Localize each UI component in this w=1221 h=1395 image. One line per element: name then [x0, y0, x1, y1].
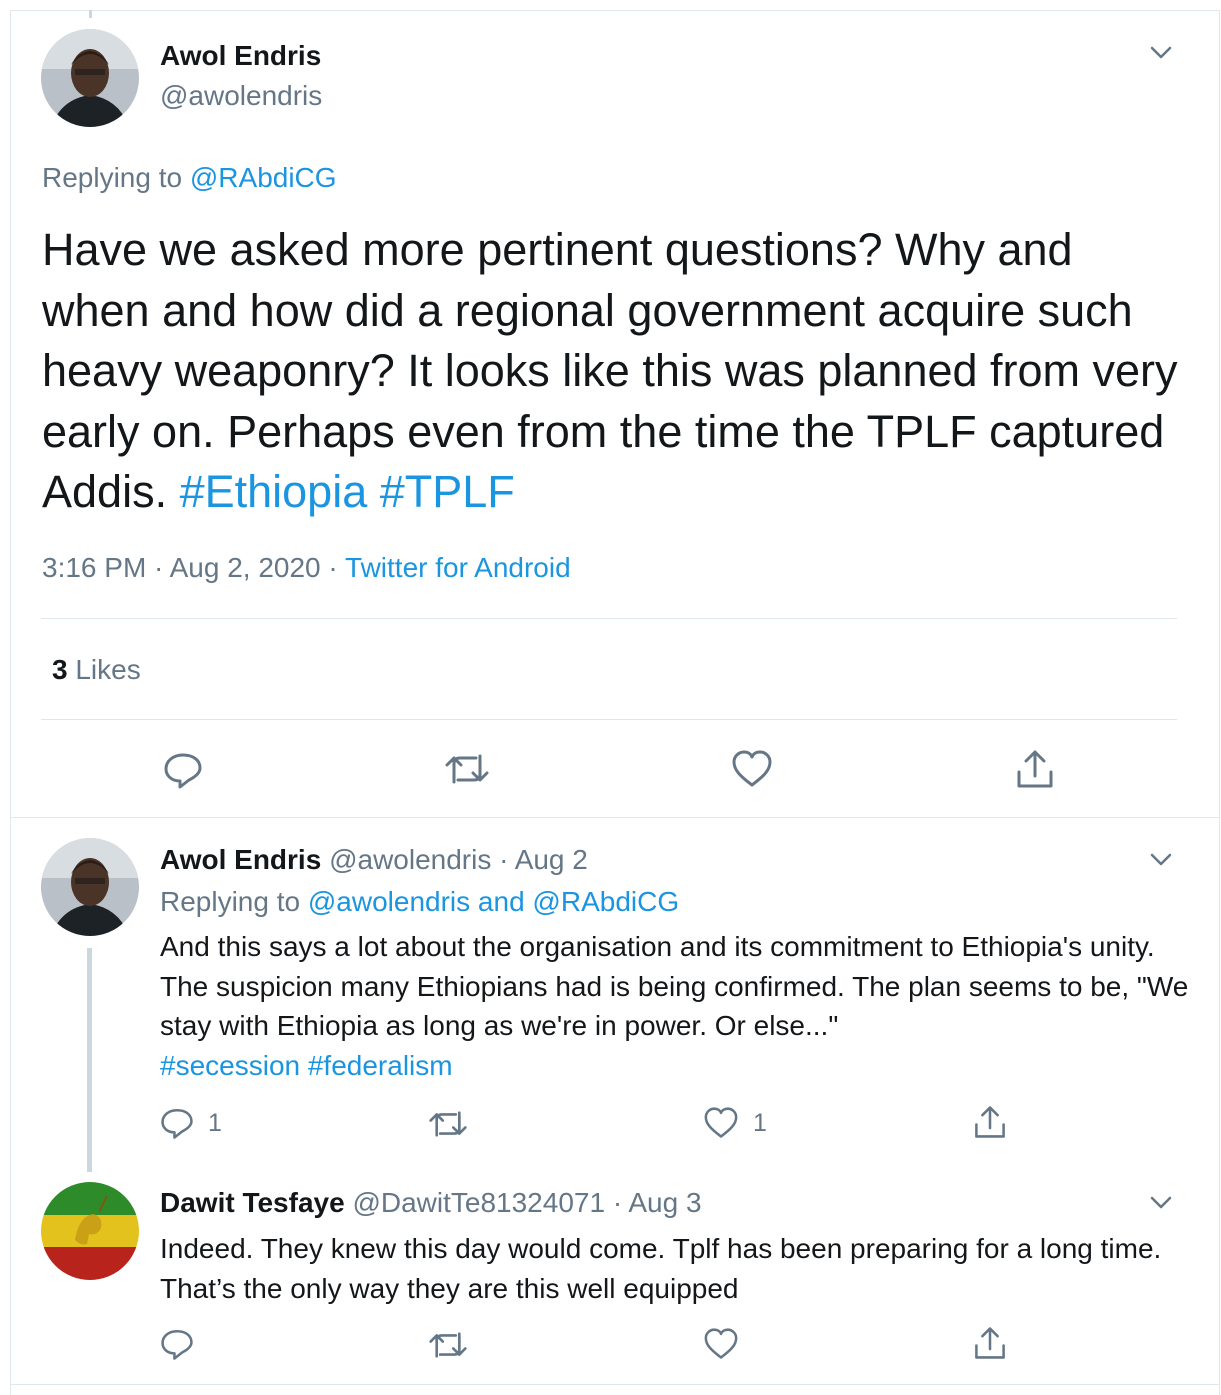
tweet-timestamp: 3:16 PM · Aug 2, 2020 · Twitter for Andr…: [42, 552, 571, 583]
chevron-down-icon[interactable]: [1149, 847, 1173, 871]
thread-connector-top: [89, 10, 92, 18]
author-handle[interactable]: @awolendris · Aug 2: [329, 844, 588, 875]
author-name[interactable]: Dawit Tesfaye: [160, 1187, 345, 1218]
author-handle[interactable]: @awolendris: [160, 80, 322, 112]
replying-to-link[interactable]: @awolendris and @RAbdiCG: [308, 886, 679, 917]
replying-to: Replying to @RAbdiCG: [42, 162, 337, 193]
like-button[interactable]: 1: [703, 1107, 767, 1139]
author-name[interactable]: Awol Endris: [160, 844, 321, 875]
divider: [41, 618, 1177, 619]
reply-icon[interactable]: [163, 750, 203, 790]
like-icon[interactable]: [703, 1328, 739, 1360]
reply-text: And this says a lot about the organisati…: [160, 931, 1189, 1081]
reply-icon: [161, 1108, 193, 1139]
hashtags[interactable]: #secession #federalism: [160, 1050, 453, 1081]
share-icon[interactable]: [973, 1104, 1007, 1140]
divider: [41, 719, 1177, 720]
reply-icon[interactable]: [160, 1327, 194, 1361]
reply-count: 1: [208, 1108, 222, 1137]
reply-header: Dawit Tesfaye @DawitTe81324071 · Aug 3: [160, 1187, 702, 1219]
replying-to-link[interactable]: @RAbdiCG: [190, 162, 337, 193]
author-handle[interactable]: @DawitTe81324071 · Aug 3: [352, 1187, 701, 1218]
hashtags[interactable]: #Ethiopia #TPLF: [180, 466, 515, 517]
reply-text: Indeed. They knew this day would come. T…: [160, 1233, 1162, 1304]
source-link[interactable]: Twitter for Android: [345, 552, 571, 583]
chevron-down-icon[interactable]: [1149, 40, 1173, 64]
like-icon[interactable]: [731, 750, 773, 788]
retweet-icon[interactable]: [428, 1109, 468, 1139]
thread-connector: [87, 948, 92, 1172]
divider: [10, 817, 1220, 818]
author-name[interactable]: Awol Endris: [160, 40, 321, 72]
like-count: 1: [753, 1108, 767, 1137]
tweet-text: Have we asked more pertinent questions? …: [42, 224, 1178, 517]
avatar[interactable]: [41, 1182, 139, 1280]
replying-to: Replying to @awolendris and @RAbdiCG: [160, 886, 680, 917]
avatar[interactable]: [41, 29, 139, 127]
retweet-icon[interactable]: [444, 752, 490, 786]
chevron-down-icon[interactable]: [1149, 1190, 1173, 1214]
share-icon[interactable]: [1015, 748, 1055, 790]
reply-button[interactable]: 1: [160, 1106, 222, 1140]
reply-header: Awol Endris @awolendris · Aug 2: [160, 844, 588, 876]
like-icon: [704, 1107, 738, 1138]
retweet-icon[interactable]: [428, 1330, 468, 1360]
share-icon[interactable]: [973, 1325, 1007, 1361]
avatar[interactable]: [41, 838, 139, 936]
divider: [10, 1384, 1220, 1385]
likes-summary[interactable]: 3 Likes: [52, 654, 141, 686]
